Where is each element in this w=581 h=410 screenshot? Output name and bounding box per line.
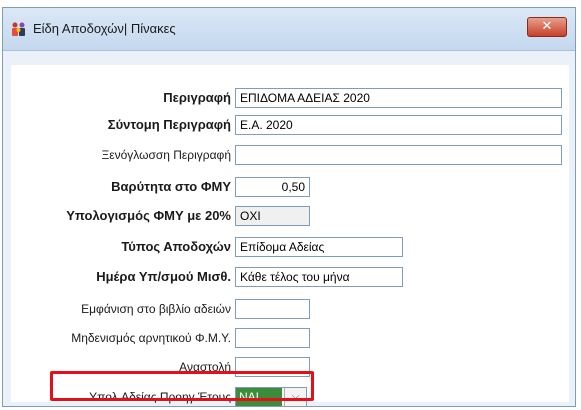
- form-panel: Περιγραφή ΕΠΙΔΟΜΑ ΑΔΕΙΑΣ 2020 Σύντομη Πε…: [11, 65, 569, 407]
- fmy-calc-row: Υπολογισμός ΦΜΥ με 20% ΟΧΙ: [11, 206, 569, 226]
- earnings-type-label: Τύπος Αποδοχών: [121, 239, 231, 254]
- dialog-window: Είδη Αποδοχών| Πίνακες ✕ Περιγραφή ΕΠΙΔΟ…: [2, 7, 576, 407]
- app-people-icon: [12, 22, 25, 36]
- leave-book-row: Εμφάνιση στο βιβλίο αδειών: [11, 299, 569, 319]
- payment-day-label: Ημέρα Υπ/σμού Μισθ.: [96, 269, 231, 284]
- payment-day-field[interactable]: Κάθε τέλος του μήνα: [235, 267, 403, 287]
- payment-day-row: Ημέρα Υπ/σμού Μισθ. Κάθε τέλος του μήνα: [11, 267, 569, 287]
- fmy-weight-row: Βαρύτητα στο ΦΜΥ 0,50: [11, 177, 569, 197]
- fmy-weight-field[interactable]: 0,50: [235, 177, 310, 197]
- zero-negative-field[interactable]: [235, 328, 310, 348]
- description-field[interactable]: ΕΠΙΔΟΜΑ ΑΔΕΙΑΣ 2020: [235, 88, 562, 108]
- fmy-calc-field[interactable]: ΟΧΙ: [235, 206, 310, 226]
- close-icon: ✕: [541, 19, 553, 34]
- short-description-row: Σύντομη Περιγραφή Ε.Α. 2020: [11, 115, 569, 135]
- close-button[interactable]: ✕: [527, 17, 567, 37]
- leave-book-field[interactable]: [235, 299, 310, 319]
- zero-negative-label: Μηδενισμός αρνητικού Φ.Μ.Υ.: [71, 331, 231, 345]
- description-row: Περιγραφή ΕΠΙΔΟΜΑ ΑΔΕΙΑΣ 2020: [11, 88, 569, 108]
- earnings-type-row: Τύπος Αποδοχών Επίδομα Αδείας: [11, 237, 569, 257]
- description-label: Περιγραφή: [163, 90, 231, 105]
- fmy-weight-label: Βαρύτητα στο ΦΜΥ: [111, 179, 231, 194]
- window-title: Είδη Αποδοχών| Πίνακες: [33, 21, 176, 36]
- earnings-type-field[interactable]: Επίδομα Αδείας: [235, 237, 403, 257]
- fmy-calc-label: Υπολογισμός ΦΜΥ με 20%: [66, 208, 231, 223]
- short-description-field[interactable]: Ε.Α. 2020: [235, 115, 562, 135]
- short-description-label: Σύντομη Περιγραφή: [107, 117, 231, 132]
- title-bar[interactable]: Είδη Αποδοχών| Πίνακες ✕: [3, 8, 575, 51]
- foreign-description-field[interactable]: [235, 145, 562, 165]
- highlight-annotation: [50, 371, 314, 401]
- zero-negative-row: Μηδενισμός αρνητικού Φ.Μ.Υ.: [11, 328, 569, 348]
- foreign-description-label: Ξενόγλωσση Περιγραφή: [101, 148, 231, 162]
- leave-book-label: Εμφάνιση στο βιβλίο αδειών: [81, 302, 231, 316]
- foreign-description-row: Ξενόγλωσση Περιγραφή: [11, 145, 569, 165]
